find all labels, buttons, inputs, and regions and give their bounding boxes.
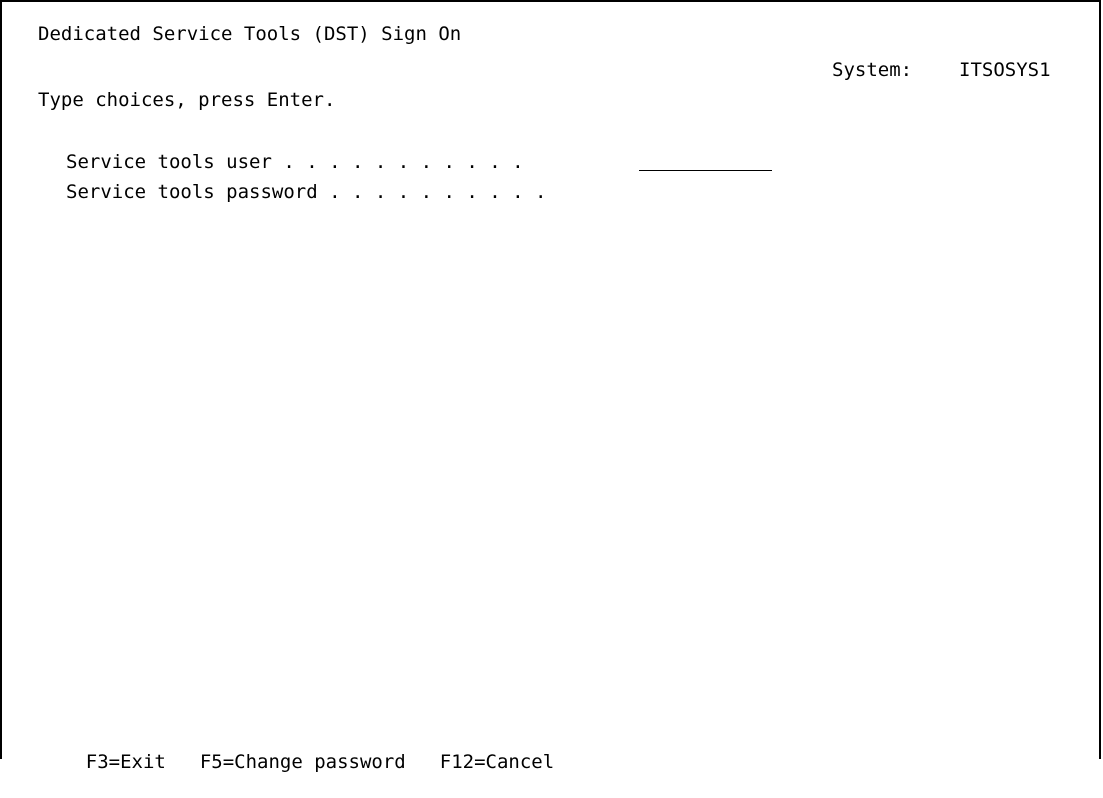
password-field-label: Service tools password . . . . . . . . .… (66, 181, 547, 203)
f12-cancel-key[interactable]: F12=Cancel (440, 750, 554, 774)
user-input[interactable] (639, 150, 772, 174)
f5-change-password-key[interactable]: F5=Change password (200, 750, 406, 774)
system-name: ITSOSYS1 (959, 59, 1051, 81)
function-key-bar: F3=Exit F5=Change password F12=Cancel (40, 726, 554, 798)
password-input[interactable] (639, 180, 772, 204)
f3-exit-key[interactable]: F3=Exit (86, 750, 166, 774)
screen-title: Dedicated Service Tools (DST) Sign On (38, 23, 462, 45)
terminal-screen: Dedicated Service Tools (DST) Sign On Sy… (0, 0, 1101, 773)
system-label: System: (832, 59, 913, 81)
user-input-underline (639, 170, 772, 171)
user-field-label: Service tools user . . . . . . . . . . . (66, 151, 524, 173)
instructions: Type choices, press Enter. (38, 89, 336, 111)
